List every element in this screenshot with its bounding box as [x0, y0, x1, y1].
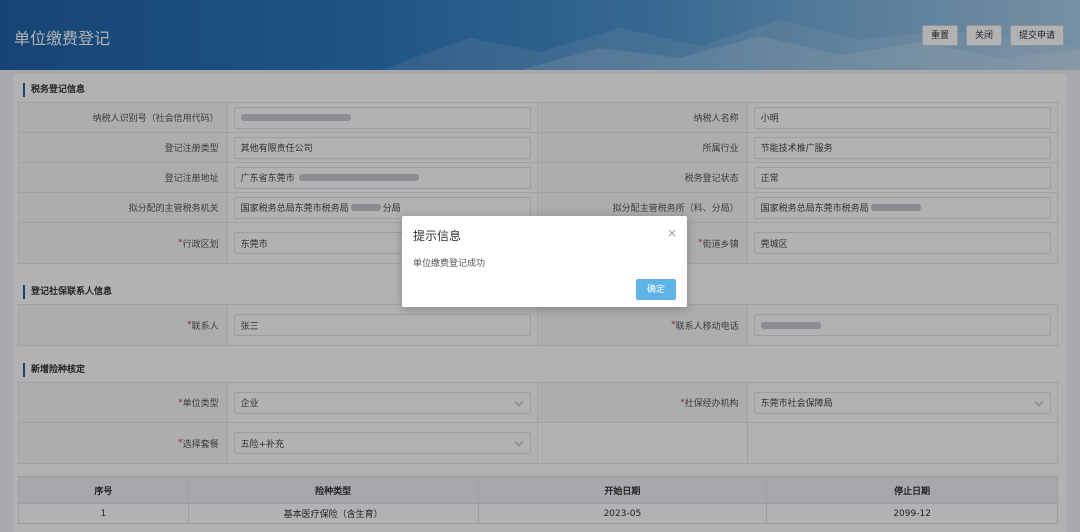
confirm-button[interactable]: 确定: [636, 279, 676, 300]
prompt-dialog: 提示信息 × 单位缴费登记成功 确定: [402, 216, 687, 307]
dialog-title: 提示信息: [413, 229, 462, 243]
close-icon[interactable]: ×: [667, 226, 677, 240]
dialog-message: 单位缴费登记成功: [413, 259, 486, 269]
